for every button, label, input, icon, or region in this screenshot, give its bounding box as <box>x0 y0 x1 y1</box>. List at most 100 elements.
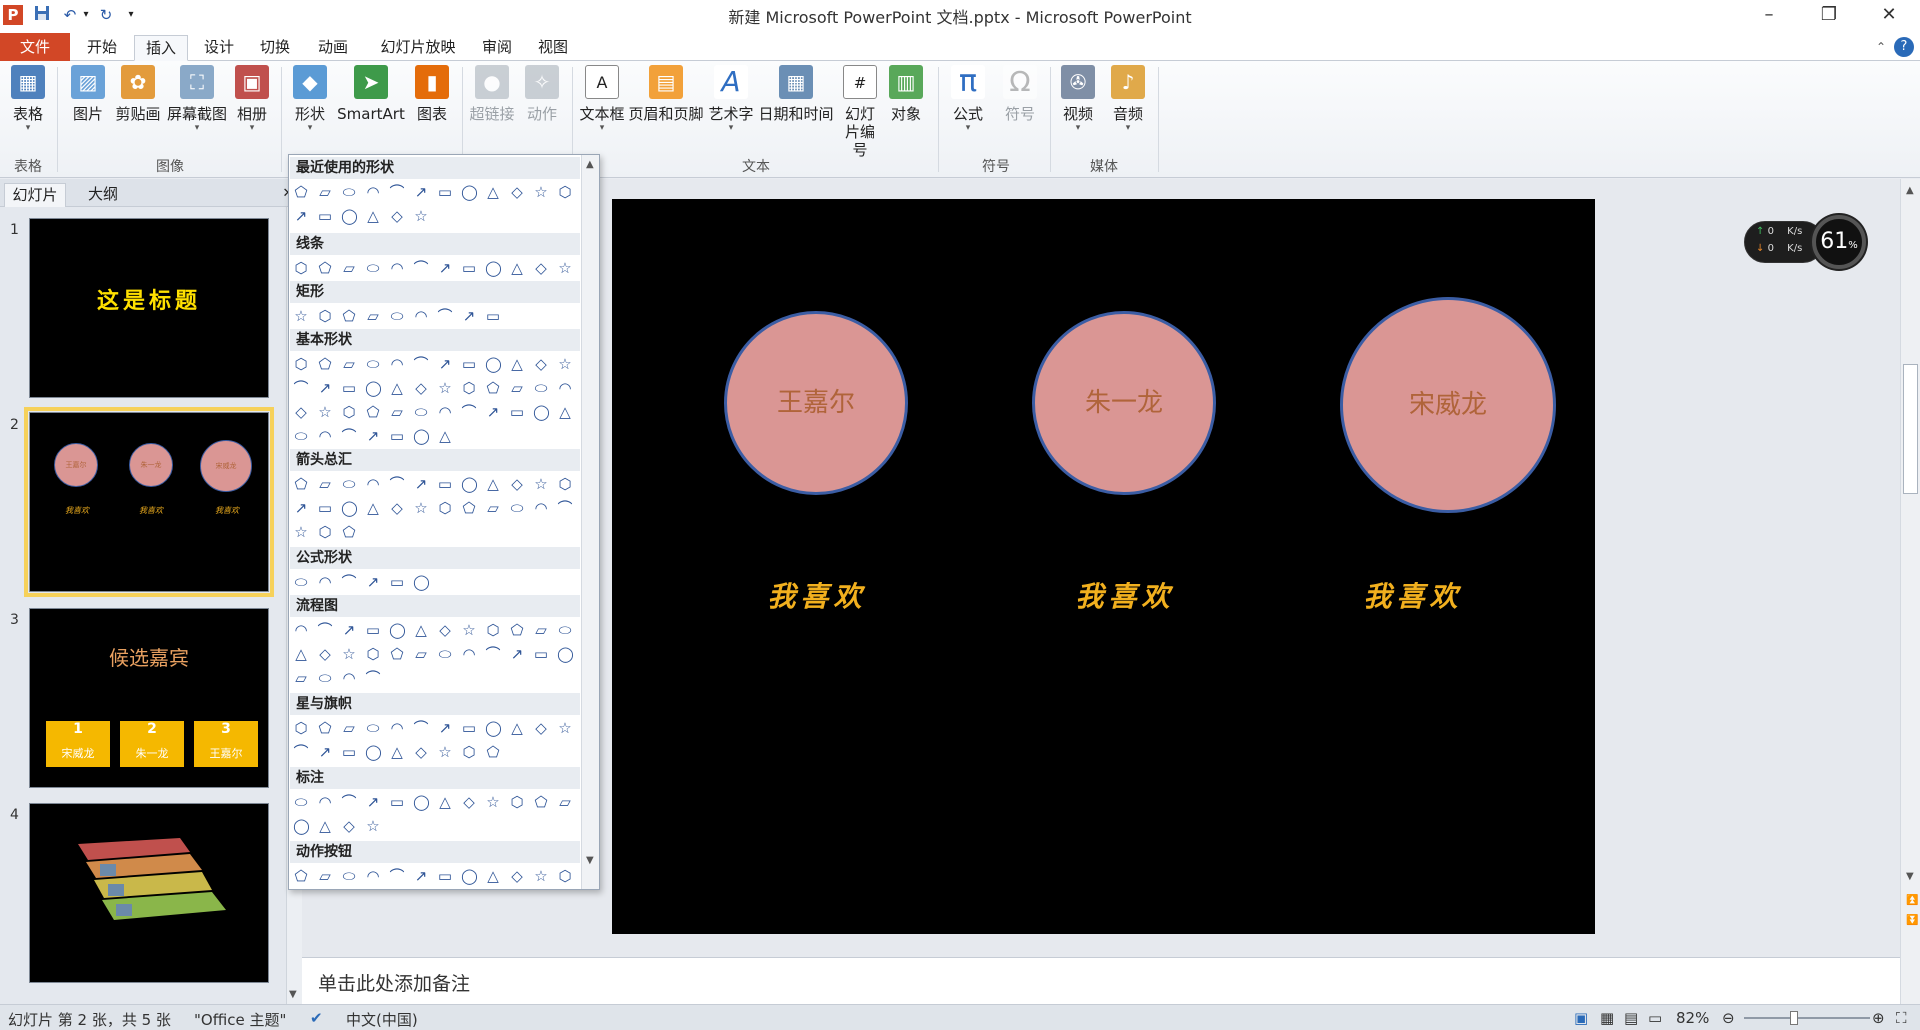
object-button[interactable]: ▥ 对象 <box>886 65 926 123</box>
zoom-out-icon[interactable]: ⊖ <box>1722 1009 1735 1027</box>
shape-icon[interactable]: ↗ <box>437 356 453 372</box>
shape-icon[interactable]: ⬡ <box>557 476 573 492</box>
shape-icon[interactable]: ☆ <box>485 794 501 810</box>
zoom-level[interactable]: 82% <box>1676 1009 1709 1027</box>
shape-icon[interactable]: ↗ <box>317 744 333 760</box>
minimize-icon[interactable]: – <box>1746 0 1792 30</box>
shape-icon[interactable]: ☆ <box>293 308 309 324</box>
shape-icon[interactable]: ☆ <box>461 622 477 638</box>
shape-icon[interactable]: ◯ <box>341 208 358 224</box>
scroll-up-icon[interactable]: ▲ <box>586 159 594 170</box>
shape-icon[interactable]: ⬡ <box>317 524 333 540</box>
tab-slides[interactable]: 幻灯片 <box>4 183 66 207</box>
shape-icon[interactable]: ◯ <box>485 356 502 372</box>
shape-icon[interactable]: △ <box>437 794 453 810</box>
undo-icon[interactable]: ↶ <box>60 5 80 25</box>
shape-icon[interactable]: ◯ <box>293 818 310 834</box>
shape-icon[interactable]: ◇ <box>389 208 405 224</box>
ribbon-collapse-icon[interactable]: ⌃ <box>1872 35 1890 61</box>
shape-icon[interactable]: ↗ <box>293 208 309 224</box>
shape-icon[interactable]: ⬭ <box>317 670 333 686</box>
picture-button[interactable]: ▨ 图片 <box>68 65 108 123</box>
shape-icon[interactable]: ⬠ <box>365 404 381 420</box>
shape-icon[interactable]: ◠ <box>533 500 549 516</box>
shape-icon[interactable]: ▭ <box>341 380 357 396</box>
shape-icon[interactable]: ▭ <box>461 356 477 372</box>
video-button[interactable]: ✇ 视频 ▾ <box>1056 65 1100 133</box>
shape-icon[interactable]: ◠ <box>437 404 453 420</box>
shape-icon[interactable]: ▱ <box>533 622 549 638</box>
shape-icon[interactable]: ⬭ <box>341 476 357 492</box>
shape-icon[interactable]: ▭ <box>389 428 405 444</box>
shape-icon[interactable]: ↗ <box>413 476 429 492</box>
shape-icon[interactable]: ▭ <box>461 260 477 276</box>
shape-icon[interactable]: △ <box>437 428 453 444</box>
shape-icon[interactable]: ▭ <box>485 308 501 324</box>
shape-icon[interactable]: ⌒ <box>437 308 453 324</box>
shape-icon[interactable]: ⬭ <box>365 356 381 372</box>
circle-shape-2[interactable]: 朱一龙 <box>1032 311 1216 495</box>
save-icon[interactable] <box>32 5 52 25</box>
chart-button[interactable]: ▮ 图表 <box>410 65 454 123</box>
shape-icon[interactable]: △ <box>413 622 429 638</box>
shape-icon[interactable]: ◯ <box>461 476 478 492</box>
shape-icon[interactable]: ⌒ <box>389 184 405 200</box>
shape-icon[interactable]: ◯ <box>413 574 430 590</box>
shape-icon[interactable]: △ <box>509 260 525 276</box>
shape-icon[interactable]: ⬡ <box>461 744 477 760</box>
shape-icon[interactable]: ↗ <box>509 646 525 662</box>
shape-icon[interactable]: ▱ <box>485 500 501 516</box>
shape-icon[interactable]: ⬠ <box>389 646 405 662</box>
gallery-scrollbar[interactable]: ▲ ▼ <box>581 155 599 889</box>
notes-pane[interactable]: 单击此处添加备注 <box>302 957 1900 1004</box>
clipart-button[interactable]: ✿ 剪贴画 <box>112 65 164 123</box>
shape-icon[interactable]: ◠ <box>365 184 381 200</box>
shape-icon[interactable]: ↗ <box>293 500 309 516</box>
shape-icon[interactable]: △ <box>485 476 501 492</box>
tab-review[interactable]: 审阅 <box>474 35 520 61</box>
shape-icon[interactable]: △ <box>509 356 525 372</box>
shape-icon[interactable]: ◯ <box>461 868 478 884</box>
shape-icon[interactable]: ▭ <box>533 646 549 662</box>
shape-icon[interactable]: ⬠ <box>293 868 309 884</box>
shape-icon[interactable]: ⬡ <box>317 308 333 324</box>
caption-text-3[interactable]: 我喜欢 <box>1348 575 1478 615</box>
shape-icon[interactable]: ⬠ <box>317 356 333 372</box>
shape-icon[interactable]: ⬠ <box>509 622 525 638</box>
shape-icon[interactable]: ⌒ <box>389 868 405 884</box>
shape-icon[interactable]: ↗ <box>413 868 429 884</box>
shape-icon[interactable]: ☆ <box>437 744 453 760</box>
shape-icon[interactable]: ◯ <box>557 646 574 662</box>
shape-icon[interactable]: ◠ <box>389 260 405 276</box>
shape-icon[interactable]: ◠ <box>413 308 429 324</box>
caption-text-2[interactable]: 我喜欢 <box>1060 575 1190 615</box>
shape-icon[interactable]: ⬠ <box>533 794 549 810</box>
table-button[interactable]: ▦ 表格 ▾ <box>6 65 50 133</box>
shape-icon[interactable]: ⬭ <box>557 622 573 638</box>
shape-icon[interactable]: ◠ <box>341 670 357 686</box>
shape-icon[interactable]: ◯ <box>485 260 502 276</box>
shape-icon[interactable]: ◯ <box>365 744 382 760</box>
shape-icon[interactable]: ◠ <box>317 574 333 590</box>
restore-icon[interactable]: ❐ <box>1806 0 1852 30</box>
shape-icon[interactable]: ◇ <box>341 818 357 834</box>
shape-icon[interactable]: ▭ <box>365 622 381 638</box>
shape-icon[interactable]: ⬭ <box>437 646 453 662</box>
shape-icon[interactable]: ⬭ <box>293 574 309 590</box>
scroll-thumb[interactable] <box>1903 364 1918 494</box>
shape-icon[interactable]: ▱ <box>317 868 333 884</box>
shape-icon[interactable]: ⬠ <box>341 308 357 324</box>
shape-icon[interactable]: ⬡ <box>461 380 477 396</box>
shape-icon[interactable]: △ <box>293 646 309 662</box>
shape-icon[interactable]: ⬭ <box>365 260 381 276</box>
shape-icon[interactable]: ⬭ <box>533 380 549 396</box>
shape-icon[interactable]: ↗ <box>341 622 357 638</box>
shape-icon[interactable]: ⬡ <box>509 794 525 810</box>
tab-home[interactable]: 开始 <box>78 35 126 61</box>
customize-toolbar-icon[interactable]: ▾ <box>124 5 138 25</box>
shape-icon[interactable]: ◠ <box>389 356 405 372</box>
equation-button[interactable]: π 公式 ▾ <box>946 65 990 133</box>
fit-slide-icon[interactable]: ⛶ <box>1896 1009 1907 1027</box>
shape-icon[interactable]: ◯ <box>533 404 550 420</box>
shape-icon[interactable]: ▭ <box>389 574 405 590</box>
